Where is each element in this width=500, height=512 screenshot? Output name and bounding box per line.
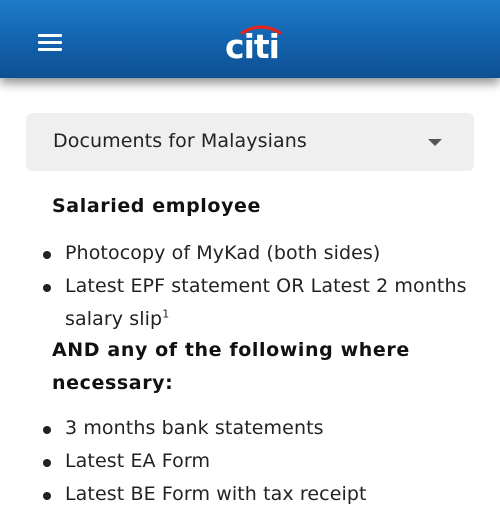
- list-item: 3 months bank statements: [38, 412, 478, 445]
- footnote-marker[interactable]: 1: [162, 308, 169, 321]
- document-type-selected-value: Documents for Malaysians: [53, 130, 307, 152]
- salaried-employee-heading: Salaried employee: [52, 195, 262, 217]
- document-type-select[interactable]: Documents for Malaysians: [26, 113, 474, 171]
- list-item: Latest EA Form: [38, 445, 478, 478]
- citi-logo: citi: [225, 25, 282, 64]
- optional-documents-list: 3 months bank statements Latest EA Form …: [38, 412, 478, 511]
- optional-documents-heading: AND any of the following where necessary…: [52, 339, 410, 394]
- list-item: Latest BE Form with tax receipt: [38, 478, 478, 511]
- caret-down-icon: [428, 139, 442, 146]
- svg-text:citi: citi: [225, 27, 279, 64]
- list-item: Photocopy of MyKad (both sides): [38, 237, 478, 270]
- app-header: citi: [0, 0, 500, 78]
- list-item: Latest EPF statement OR Latest 2 months …: [38, 270, 478, 336]
- salaried-documents-list: Photocopy of MyKad (both sides) Latest E…: [38, 237, 478, 336]
- hamburger-menu-icon[interactable]: [38, 34, 62, 52]
